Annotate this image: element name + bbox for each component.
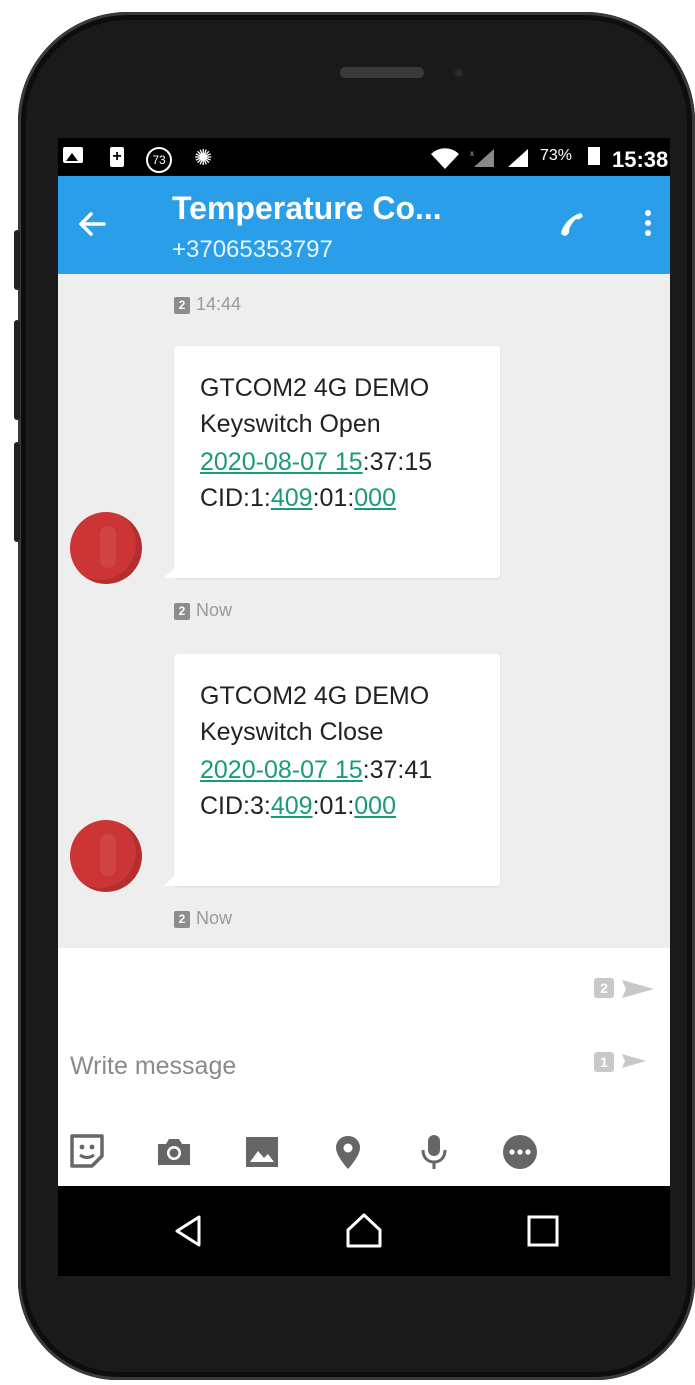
- svg-text:x: x: [470, 149, 474, 158]
- avatar[interactable]: [70, 820, 142, 892]
- camera-icon[interactable]: [154, 1132, 194, 1172]
- message-datetime-line: 2020-08-07 15:37:15: [200, 448, 432, 477]
- side-button-3: [14, 442, 20, 542]
- home-icon[interactable]: [341, 1208, 387, 1254]
- conversation-header: Temperature Co... +37065353797: [58, 176, 670, 274]
- message-list: 2 14:44 GTCOM2 4G DEMO Keyswitch Open 202…: [58, 274, 670, 948]
- cid-prefix: CID:1:: [200, 484, 271, 512]
- side-button-1: [14, 230, 20, 290]
- message-bubble[interactable]: GTCOM2 4G DEMO Keyswitch Open 2020-08-07…: [164, 346, 500, 578]
- time-text: :37:15: [362, 448, 433, 476]
- number-link[interactable]: 000: [354, 792, 396, 820]
- location-icon[interactable]: [328, 1132, 368, 1172]
- brightness-icon: ✺: [194, 145, 213, 170]
- battery-saver-icon: +: [110, 147, 124, 167]
- message-bubble[interactable]: GTCOM2 4G DEMO Keyswitch Close 2020-08-0…: [164, 654, 500, 886]
- number-link[interactable]: 409: [271, 484, 313, 512]
- side-button-2: [14, 320, 20, 420]
- cid-mid: :01:: [312, 792, 355, 820]
- contact-name: Temperature Co...: [172, 190, 442, 226]
- gallery-notification-icon: [63, 147, 83, 163]
- sim2-badge: 2: [594, 978, 614, 998]
- more-horiz-icon[interactable]: [500, 1132, 540, 1172]
- message-line: Keyswitch Close: [200, 718, 384, 746]
- send-icon: [622, 1054, 646, 1068]
- back-arrow-icon[interactable]: [74, 206, 110, 242]
- date-link[interactable]: 2020-08-07 15: [200, 756, 363, 784]
- message-input[interactable]: [70, 1046, 570, 1086]
- time-text: :37:41: [362, 756, 433, 784]
- phone-icon[interactable]: [554, 206, 590, 242]
- message-time: Now: [196, 600, 233, 620]
- send-icon: [622, 980, 654, 998]
- send-sim2-button[interactable]: 2: [594, 974, 660, 1002]
- back-triangle-icon[interactable]: [166, 1208, 212, 1254]
- battery-icon: [588, 147, 600, 165]
- screen: + 73 ✺ x 73% 15:38 Temperature Co... +37…: [58, 138, 670, 1186]
- message-datetime-line: 2020-08-07 15:37:41: [200, 756, 432, 785]
- message-line: GTCOM2 4G DEMO: [200, 682, 430, 710]
- sticker-icon[interactable]: [68, 1132, 108, 1172]
- message-cid-line: CID:3:409:01:000: [200, 792, 396, 821]
- message-time: 14:44: [196, 294, 242, 314]
- message-cid-line: CID:1:409:01:000: [200, 484, 396, 513]
- message-time: Now: [196, 908, 233, 928]
- recents-icon[interactable]: [520, 1208, 566, 1254]
- send-sim1-button[interactable]: 1: [594, 1048, 660, 1076]
- message-status: 2 Now: [174, 908, 232, 929]
- earpiece-speaker: [340, 67, 424, 78]
- front-camera: [452, 66, 466, 80]
- message-status: 2 Now: [174, 600, 232, 621]
- number-link[interactable]: 409: [271, 792, 313, 820]
- avatar[interactable]: [70, 512, 142, 584]
- message-line: GTCOM2 4G DEMO: [200, 374, 430, 402]
- sim-indicator: 2: [174, 296, 190, 314]
- number-link[interactable]: 000: [354, 484, 396, 512]
- composer: 2 1: [58, 948, 670, 1186]
- clock: 15:38: [612, 147, 669, 172]
- wifi-icon: [430, 147, 460, 178]
- microphone-icon[interactable]: [414, 1132, 454, 1172]
- signal-sim2-icon: [504, 147, 530, 175]
- attachment-toolbar: [58, 1124, 670, 1174]
- date-link[interactable]: 2020-08-07 15: [200, 448, 363, 476]
- image-icon[interactable]: [242, 1132, 282, 1172]
- system-navigation-bar: [58, 1186, 670, 1276]
- sim-indicator: 2: [174, 602, 190, 620]
- message-line: Keyswitch Open: [200, 410, 381, 438]
- sim-indicator: 2: [174, 910, 190, 928]
- message-timestamp: 2 14:44: [174, 294, 241, 315]
- battery-percent: 73%: [540, 147, 573, 164]
- status-bar: + 73 ✺ x 73% 15:38: [58, 138, 670, 176]
- sim1-badge: 1: [594, 1052, 614, 1072]
- cid-prefix: CID:3:: [200, 792, 271, 820]
- contact-number: +37065353797: [172, 236, 333, 263]
- more-vert-icon[interactable]: [638, 206, 658, 246]
- notification-count-badge: 73: [146, 147, 172, 173]
- signal-sim1-icon: x: [470, 147, 496, 175]
- cid-mid: :01:: [312, 484, 355, 512]
